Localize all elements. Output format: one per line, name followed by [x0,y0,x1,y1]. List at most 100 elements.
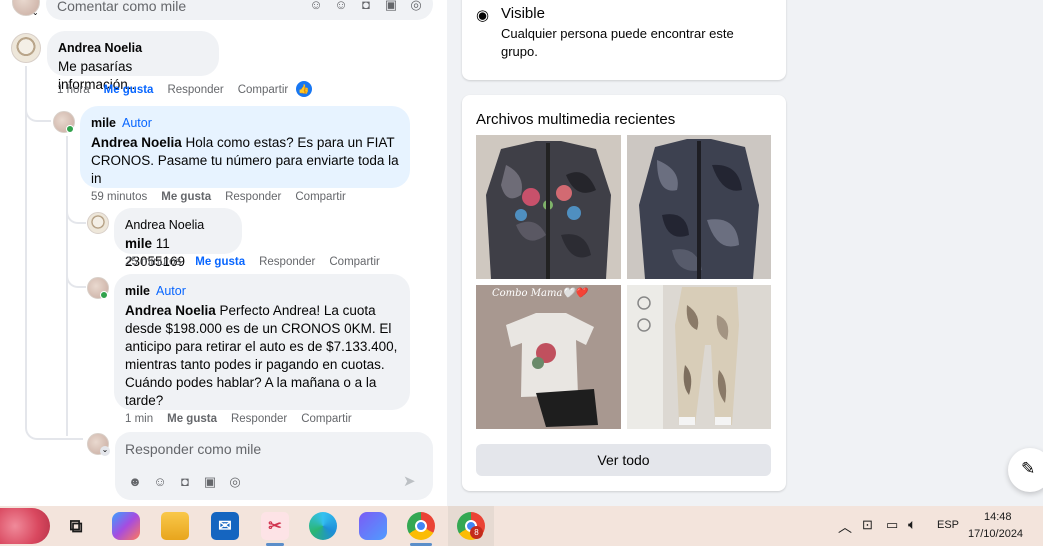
clock-time[interactable]: 14:48 [984,511,1012,523]
comment-actions: 59 minutos Me gusta Responder Compartir [91,191,360,203]
thread-connector [25,410,83,440]
send-icon[interactable]: ➤ [403,472,416,490]
view-all-button[interactable]: Ver todo [476,444,771,476]
comment-time[interactable]: 1 min [125,413,153,425]
comment-time[interactable]: 59 minutos [91,191,147,203]
media-thumbnail[interactable]: Combo Mama🤍❤️ [476,285,621,429]
snipping-tool-icon[interactable]: ✂ [261,512,289,540]
clock-date[interactable]: 17/10/2024 [968,528,1023,540]
windows-taskbar: ⧉ ✉ ✂ 8 ︿ ⊡ ▭ 🔈︎ ESP 14:48 17/10/2024 [0,506,1043,546]
comment-bubble: Andrea Noelia Me pasarías información.. [47,31,219,92]
emoji-icon[interactable]: ☺ [152,474,168,490]
network-icon[interactable]: ⊡ [862,517,873,533]
combo-overlay-text: Combo Mama🤍❤️ [492,288,588,299]
avatar-sticker-icon[interactable]: ☻ [127,474,143,490]
mention-link[interactable]: mile [125,236,152,251]
reply-composer-tools: ☻ ☺ ◘ ▣ ◎ [127,473,252,491]
share-button[interactable]: Compartir [295,191,345,203]
reply-button[interactable]: Responder [231,413,287,425]
eye-icon: ◉ [476,7,490,24]
chrome-profile-button[interactable]: 8 [448,506,494,546]
andrea-avatar[interactable] [87,212,109,234]
copilot-icon[interactable] [112,512,140,540]
comment-actions: 1 min Me gusta Responder Compartir [125,413,366,425]
share-button[interactable]: Compartir [238,84,288,96]
comment-author[interactable]: Andrea Noelia [58,39,208,57]
battery-icon[interactable]: ▭ [886,517,898,533]
chevron-up-icon[interactable]: ︿ [838,517,852,537]
like-reaction-icon[interactable]: 👍 [296,81,312,97]
camera-icon[interactable]: ◘ [177,474,193,490]
comment-author[interactable]: mile [91,116,116,130]
andrea-avatar[interactable] [11,33,41,63]
comment-time[interactable]: 1 hora [57,84,90,96]
gif-icon[interactable]: ▣ [202,474,218,490]
new-message-button[interactable]: ✎ [1008,448,1043,492]
camera-icon[interactable]: ◘ [358,0,374,13]
media-thumbnail[interactable] [476,135,621,279]
gif-icon[interactable]: ▣ [383,0,399,13]
sticker-icon[interactable]: ◎ [408,0,424,13]
reply-button[interactable]: Responder [259,256,315,268]
thread-connector [66,210,86,224]
notification-badge: 8 [470,526,483,539]
chevron-down-icon[interactable]: ⌄ [32,8,39,17]
comment-time[interactable]: 25 minutos [125,256,181,268]
comment-actions: 1 hora Me gusta Responder Compartir [57,84,302,96]
thread-line [66,136,68,436]
online-status-dot [100,291,108,299]
language-indicator[interactable]: ESP [937,519,959,531]
file-explorer-icon[interactable] [161,512,189,540]
avatar-sticker-icon[interactable]: ☺ [308,0,324,13]
recent-media-card: Archivos multimedia recientes Combo Mama… [462,95,786,491]
widgets-icon[interactable] [0,508,50,544]
like-button[interactable]: Me gusta [104,84,154,96]
share-button[interactable]: Compartir [329,256,379,268]
edge-icon[interactable] [309,512,337,540]
thread-line [25,66,27,426]
reply-button[interactable]: Responder [167,84,223,96]
reply-composer-placeholder: Responder como mile [125,441,262,457]
author-badge: Autor [122,116,152,130]
comment-body: Perfecto Andrea! La cuota desde $198.000… [125,303,398,408]
like-button[interactable]: Me gusta [167,413,217,425]
like-button[interactable]: Me gusta [161,191,211,203]
emoji-icon[interactable]: ☺ [333,0,349,13]
comment-author[interactable]: Andrea Noelia [125,216,231,234]
visibility-description: Cualquier persona puede encontrar este g… [501,26,734,59]
camo-jacket-floral-image [476,135,621,279]
comment-text: Andrea Noelia Hola como estas? Es para u… [91,134,399,188]
combo-outfit-image [476,285,621,429]
author-badge: Autor [156,284,186,298]
chevron-down-icon[interactable]: ⌄ [100,446,110,456]
online-status-dot [66,125,74,133]
media-thumbnail[interactable] [627,135,771,279]
view-all-label: Ver todo [597,452,650,468]
top-comment-composer[interactable]: Comentar como mile ☺ ☺ ◘ ▣ ◎ [46,0,433,20]
mention-link[interactable]: Andrea Noelia [91,135,182,150]
compose-icon: ✎ [1021,459,1036,478]
mail-icon[interactable]: ✉ [211,512,239,540]
share-button[interactable]: Compartir [301,413,351,425]
like-button[interactable]: Me gusta [195,256,245,268]
visibility-title: Visible [501,5,545,22]
reply-composer[interactable]: Responder como mile ☻ ☺ ◘ ▣ ◎ ➤ [115,432,433,500]
top-composer-placeholder: Comentar como mile [57,0,187,14]
top-composer-tools: ☺ ☺ ◘ ▣ ◎ [308,0,433,14]
copilot-app-icon[interactable] [359,512,387,540]
mention-link[interactable]: Andrea Noelia [125,303,216,318]
comment-bubble: mile Autor Andrea Noelia Perfecto Andrea!… [114,274,410,410]
thread-connector [66,270,86,288]
comment-author[interactable]: mile [125,284,150,298]
chrome-icon[interactable] [407,512,435,540]
sticker-icon[interactable]: ◎ [227,474,243,490]
volume-icon[interactable]: 🔈︎ [908,516,916,533]
comment-bubble: Andrea Noelia mile 11 23055169 [114,208,242,269]
task-view-icon[interactable]: ⧉ [62,512,90,540]
camo-jacket-image [627,135,771,279]
visibility-card: ◉ Visible Cualquier persona puede encont… [462,0,786,80]
comment-actions: 25 minutos Me gusta Responder Compartir [125,256,394,268]
media-thumbnail[interactable] [627,285,771,429]
thread-connector [25,100,51,122]
reply-button[interactable]: Responder [225,191,281,203]
